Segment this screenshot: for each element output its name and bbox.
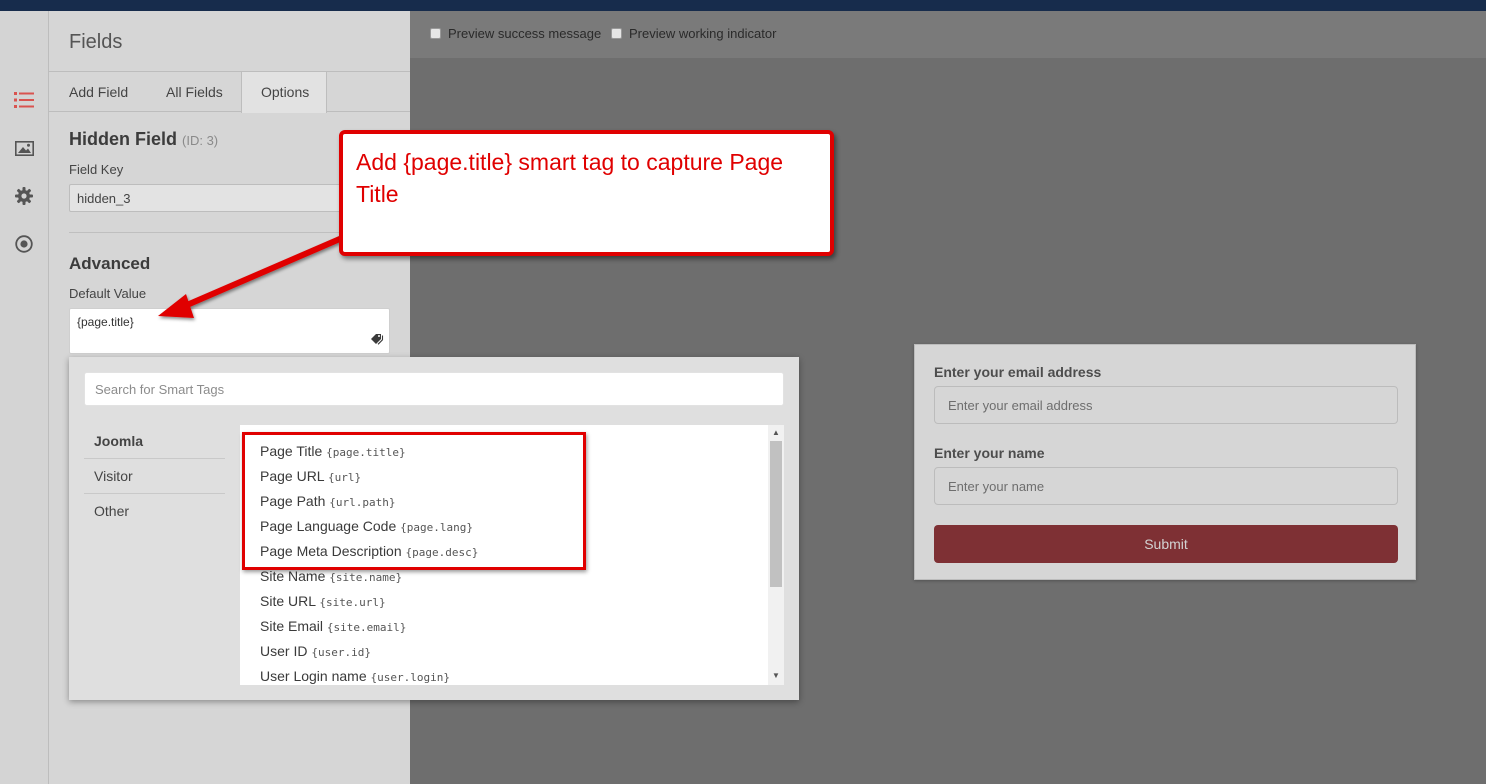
preview-working-checkbox[interactable] (611, 28, 622, 39)
preview-success-label[interactable]: Preview success message (448, 26, 601, 41)
smart-tag-code: {site.email} (326, 621, 407, 634)
smart-tag-item[interactable]: User ID {user.id} (260, 643, 371, 659)
default-value-text: {page.title} (77, 315, 134, 329)
smart-tag-label: Site URL (260, 593, 316, 609)
smart-tag-label: Site Email (260, 618, 324, 634)
submit-button[interactable]: Submit (934, 525, 1398, 563)
smart-tag-item[interactable]: Page Meta Description {page.desc} (260, 543, 478, 559)
smart-tag-item[interactable]: Page URL {url} (260, 468, 361, 484)
scroll-up-icon[interactable]: ▲ (772, 428, 780, 437)
advanced-heading: Advanced (69, 254, 151, 273)
smart-tag-item[interactable]: Site Email {site.email} (260, 618, 406, 634)
category-joomla[interactable]: Joomla (84, 424, 225, 459)
field-key-label: Field Key (69, 162, 124, 177)
smart-tag-code: {site.url} (319, 596, 386, 609)
smart-tag-label: User ID (260, 643, 308, 659)
panel-title: Fields (69, 31, 123, 53)
field-title: Hidden Field (69, 129, 177, 149)
default-value-input[interactable]: {page.title} (69, 308, 390, 354)
smart-tag-code: {page.desc} (405, 546, 479, 559)
smart-tag-code: {url} (327, 471, 362, 484)
smart-tag-code: {user.login} (370, 671, 450, 684)
tag-icon[interactable] (370, 333, 384, 348)
smart-tag-label: Page URL (260, 468, 325, 484)
smart-tag-search-input[interactable]: Search for Smart Tags (84, 372, 784, 406)
smart-tag-label: Site Name (260, 568, 326, 584)
panel-tabs: Add Field All Fields Options (49, 71, 410, 113)
smart-tag-label: User Login name (260, 668, 367, 684)
gear-icon[interactable] (12, 184, 36, 208)
scrollbar-thumb[interactable] (770, 441, 782, 587)
scrollbar[interactable]: ▲ ▼ (768, 425, 784, 685)
scroll-down-icon[interactable]: ▼ (772, 671, 780, 680)
name-label: Enter your name (934, 445, 1045, 461)
list-icon[interactable] (12, 88, 36, 112)
smart-tag-item[interactable]: Page Path {url.path} (260, 493, 396, 509)
image-icon[interactable] (12, 136, 36, 160)
field-heading: Hidden Field (ID: 3) (69, 129, 218, 150)
icon-rail (0, 11, 49, 784)
smart-tag-list: Page Title {page.title} Page URL {url} P… (240, 425, 784, 685)
field-key-input[interactable]: hidden_3 (69, 184, 349, 212)
default-value-label: Default Value (69, 286, 147, 301)
tab-all-fields[interactable]: All Fields (166, 72, 223, 112)
smart-tag-code: {page.title} (326, 446, 406, 459)
smart-tag-item[interactable]: Page Language Code {page.lang} (260, 518, 473, 534)
smart-tag-label: Page Path (260, 493, 326, 509)
smart-tag-code: {user.id} (311, 646, 371, 659)
smart-tag-label: Page Meta Description (260, 543, 402, 559)
smart-tag-code: {page.lang} (400, 521, 473, 534)
smart-tag-item[interactable]: Page Title {page.title} (260, 443, 406, 459)
category-visitor[interactable]: Visitor (84, 459, 225, 494)
annotation-callout: Add {page.title} smart tag to capture Pa… (339, 130, 834, 256)
smart-tag-label: Page Language Code (260, 518, 397, 534)
smart-tag-label: Page Title (260, 443, 323, 459)
preview-toolbar: Preview success message Preview working … (410, 11, 1486, 58)
preview-working-label[interactable]: Preview working indicator (629, 26, 776, 41)
smart-tag-item[interactable]: User Login name {user.login} (260, 668, 450, 684)
target-icon[interactable] (12, 232, 36, 256)
preview-success-checkbox[interactable] (430, 28, 441, 39)
field-id: (ID: 3) (182, 133, 219, 148)
preview-form: Enter your email address Enter your emai… (914, 344, 1416, 580)
smart-tag-item[interactable]: Site Name {site.name} (260, 568, 402, 584)
email-label: Enter your email address (934, 364, 1102, 380)
category-other[interactable]: Other (84, 494, 225, 529)
smart-tag-item[interactable]: Site URL {site.url} (260, 593, 386, 609)
smart-tag-code: {site.name} (329, 571, 403, 584)
top-bar (0, 0, 1486, 11)
email-field[interactable]: Enter your email address (934, 386, 1398, 424)
smart-tags-popup: Search for Smart Tags Joomla Visitor Oth… (69, 357, 799, 700)
tab-options[interactable]: Options (241, 72, 327, 113)
name-field[interactable]: Enter your name (934, 467, 1398, 505)
smart-tag-code: {url.path} (329, 496, 396, 509)
tab-add-field[interactable]: Add Field (69, 72, 128, 112)
